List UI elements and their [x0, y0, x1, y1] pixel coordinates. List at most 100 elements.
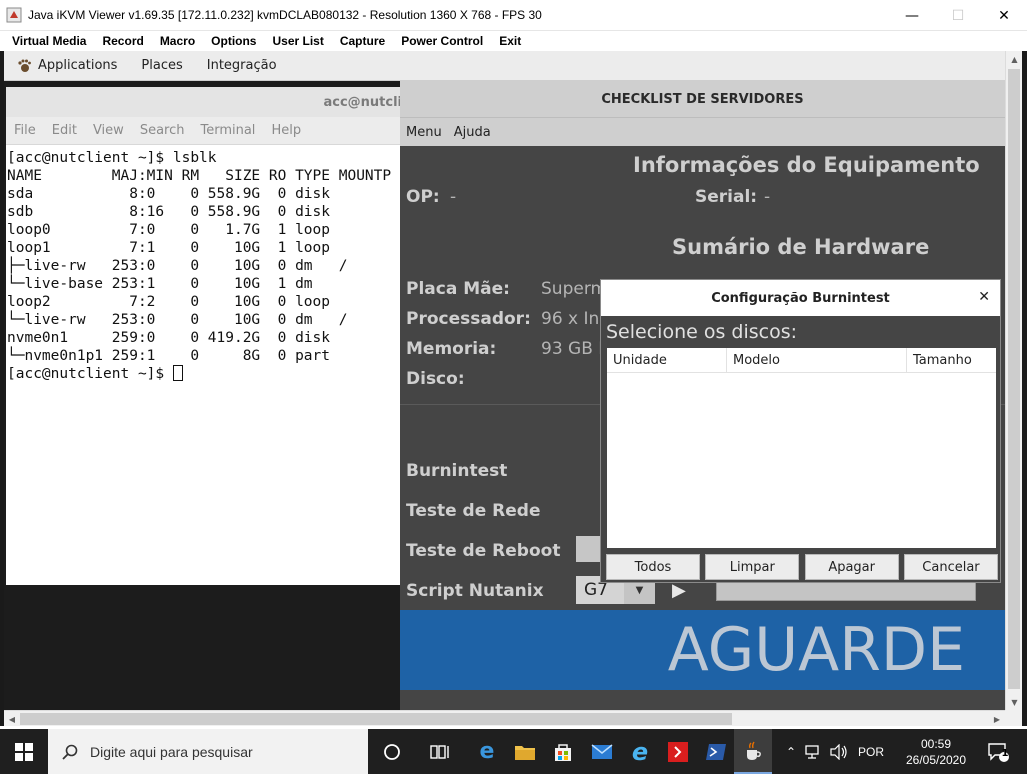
- vertical-scrollbar[interactable]: ▲ ▼: [1005, 51, 1022, 710]
- internet-explorer-button[interactable]: e: [621, 729, 659, 774]
- terminal-line: └─live-rw 253:0 0 10G 0 dm /: [7, 312, 348, 328]
- checklist-menubar: Menu Ajuda: [400, 117, 1005, 146]
- column-tamanho[interactable]: Tamanho: [907, 348, 996, 372]
- panel-applications[interactable]: Applications: [4, 58, 129, 74]
- volume-icon[interactable]: [830, 743, 848, 760]
- terminal-line: sda 8:0 0 558.9G 0 disk: [7, 186, 331, 202]
- panel-applications-label: Applications: [38, 58, 118, 73]
- store-icon: [555, 743, 571, 761]
- scrollbar-corner: [1005, 710, 1022, 726]
- menu-user-list[interactable]: User List: [264, 34, 331, 48]
- status-text: AGUARDE: [667, 615, 965, 685]
- maximize-button[interactable]: ☐: [935, 0, 981, 31]
- terminal-line: [acc@nutclient ~]$ lsblk: [7, 150, 217, 166]
- mail-button[interactable]: [583, 729, 621, 774]
- cancelar-button[interactable]: Cancelar: [903, 554, 998, 580]
- terminal-prompt-line[interactable]: [acc@nutclient ~]$: [7, 365, 404, 383]
- window-titlebar: Java iKVM Viewer v1.69.35 [172.11.0.232]…: [0, 0, 1027, 31]
- terminal-titlebar[interactable]: acc@nutcli: [6, 87, 404, 117]
- java-coffee-icon: [747, 741, 761, 760]
- start-button[interactable]: [0, 729, 48, 774]
- horizontal-scrollbar[interactable]: ◀ ▶: [4, 710, 1005, 726]
- terminal-window[interactable]: acc@nutcli File Edit View Search Termina…: [6, 87, 404, 585]
- network-icon[interactable]: [804, 744, 824, 760]
- terminal-menu-view[interactable]: View: [85, 123, 132, 138]
- disk-table[interactable]: Unidade Modelo Tamanho: [607, 348, 996, 548]
- remote-desktop[interactable]: Applications Places Integração acc@nutcl…: [4, 51, 1005, 710]
- action-center-button[interactable]: 1: [978, 729, 1018, 774]
- terminal-output[interactable]: [acc@nutclient ~]$ lsblk NAME MAJ:MIN RM …: [6, 145, 404, 383]
- checklist-titlebar[interactable]: CHECKLIST DE SERVIDORES: [400, 81, 1005, 117]
- info-heading: Informações do Equipamento: [633, 153, 980, 177]
- disco-label: Disco:: [406, 369, 465, 389]
- hardware-heading: Sumário de Hardware: [672, 235, 930, 259]
- memoria-label: Memoria:: [406, 339, 497, 359]
- limpar-button[interactable]: Limpar: [705, 554, 800, 580]
- terminal-menu-search[interactable]: Search: [132, 123, 193, 138]
- folder-icon: [515, 745, 535, 760]
- terminal-line: sdb 8:16 0 558.9G 0 disk: [7, 204, 331, 220]
- todos-button[interactable]: Todos: [606, 554, 700, 580]
- java-taskbar-button[interactable]: [734, 729, 772, 774]
- checklist-menu-menu[interactable]: Menu: [400, 125, 448, 140]
- edge-button[interactable]: e: [468, 729, 506, 774]
- dialog-close-icon[interactable]: ✕: [978, 289, 990, 305]
- menu-virtual-media[interactable]: Virtual Media: [4, 34, 94, 48]
- terminal-menubar: File Edit View Search Terminal Help: [6, 117, 404, 145]
- taskbar-clock[interactable]: 00:59 26/05/2020: [898, 729, 974, 774]
- scroll-up-icon[interactable]: ▲: [1006, 51, 1023, 67]
- tray-expand-icon[interactable]: ⌃: [780, 745, 802, 759]
- store-button[interactable]: [544, 729, 582, 774]
- menu-exit[interactable]: Exit: [491, 34, 529, 48]
- dialog-button-row: Todos Limpar Apagar Cancelar: [606, 554, 998, 580]
- task-view-button[interactable]: [373, 729, 411, 774]
- dialog-titlebar[interactable]: Configuração Burnintest ✕: [601, 280, 1000, 316]
- column-modelo[interactable]: Modelo: [727, 348, 907, 372]
- taskbar-search[interactable]: Digite aqui para pesquisar: [48, 729, 368, 774]
- maximize-icon: ☐: [951, 7, 965, 24]
- scroll-right-icon[interactable]: ▶: [989, 711, 1005, 727]
- vertical-scroll-thumb[interactable]: [1008, 69, 1020, 689]
- checklist-menu-ajuda[interactable]: Ajuda: [448, 125, 497, 140]
- terminal-line: loop0 7:0 0 1.7G 1 loop: [7, 222, 331, 238]
- burnintest-dialog[interactable]: Configuração Burnintest ✕ Selecione os d…: [600, 279, 1001, 583]
- file-explorer-button[interactable]: [506, 729, 544, 774]
- java-app-icon: [6, 7, 22, 23]
- teste-rede-label: Teste de Rede: [406, 501, 541, 521]
- gnome-foot-icon: [18, 59, 31, 72]
- clock-date: 26/05/2020: [905, 752, 967, 767]
- menu-options[interactable]: Options: [203, 34, 264, 48]
- timeline-button[interactable]: [421, 729, 459, 774]
- scroll-left-icon[interactable]: ◀: [4, 711, 20, 727]
- anydesk-icon: [668, 741, 688, 762]
- system-tray: ⌃ POR: [780, 729, 884, 774]
- processador-label: Processador:: [406, 309, 531, 329]
- edge-icon: e: [479, 739, 495, 764]
- minimize-button[interactable]: —: [889, 0, 935, 31]
- anydesk-button[interactable]: [659, 729, 697, 774]
- scroll-down-icon[interactable]: ▼: [1006, 694, 1023, 710]
- menu-record[interactable]: Record: [94, 34, 151, 48]
- menu-macro[interactable]: Macro: [152, 34, 203, 48]
- column-unidade[interactable]: Unidade: [607, 348, 727, 372]
- panel-places[interactable]: Places: [129, 58, 194, 73]
- menu-capture[interactable]: Capture: [332, 34, 393, 48]
- panel-integracao[interactable]: Integração: [195, 58, 289, 73]
- language-indicator[interactable]: POR: [858, 745, 884, 759]
- terminal-menu-help[interactable]: Help: [263, 123, 309, 138]
- placa-mae-label: Placa Mãe:: [406, 279, 510, 299]
- menu-power-control[interactable]: Power Control: [393, 34, 491, 48]
- terminal-menu-edit[interactable]: Edit: [44, 123, 85, 138]
- terminal-menu-file[interactable]: File: [6, 123, 44, 138]
- terminal-title: acc@nutcli: [323, 94, 402, 110]
- apagar-button[interactable]: Apagar: [804, 554, 899, 580]
- terminal-menu-terminal[interactable]: Terminal: [192, 123, 263, 138]
- minimize-icon: —: [905, 7, 919, 24]
- powershell-button[interactable]: [697, 729, 735, 774]
- script-nutanix-value: G7: [584, 580, 608, 600]
- op-label: OP:: [406, 187, 440, 207]
- close-button[interactable]: ✕: [981, 0, 1027, 31]
- search-placeholder: Digite aqui para pesquisar: [90, 743, 253, 760]
- terminal-line: └─live-base 253:1 0 10G 1 dm: [7, 276, 313, 292]
- horizontal-scroll-thumb[interactable]: [20, 713, 732, 725]
